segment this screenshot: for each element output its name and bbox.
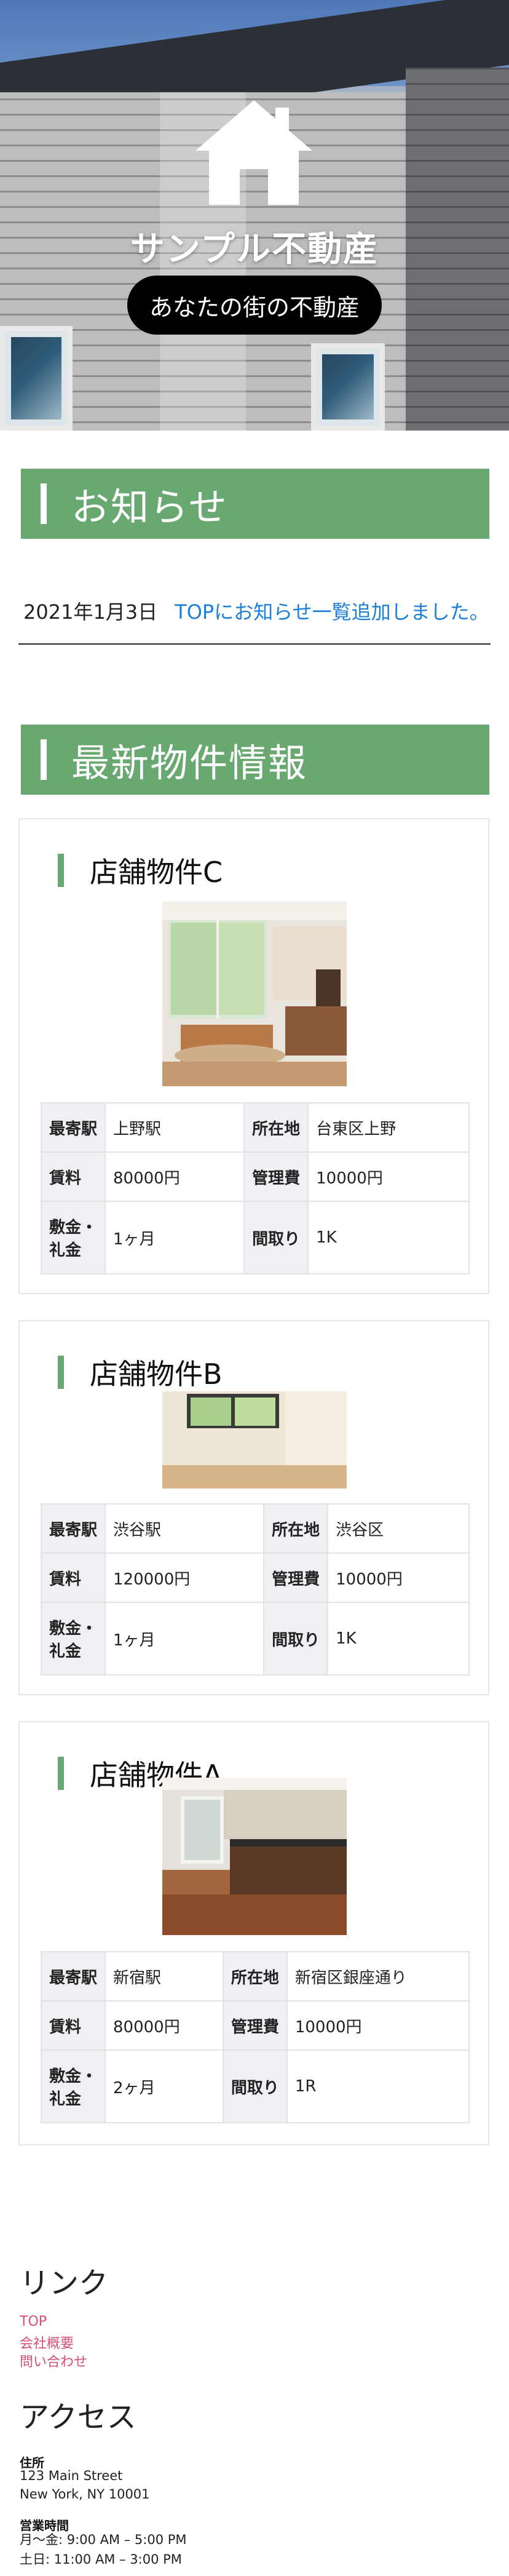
property-table: 最寄駅 上野駅 所在地 台東区上野 賃料 80000円 管理費 10000円 敷… — [41, 1102, 470, 1274]
rent-label: 賃料 — [41, 2000, 106, 2051]
hours-weekend: 土日: 11:00 AM – 3:00 PM — [20, 2552, 182, 2567]
location-label: 所在地 — [263, 1503, 329, 1554]
deposit-label: 敷金・礼金 — [41, 1201, 106, 1274]
heading-accent — [41, 739, 47, 780]
property-card[interactable]: 店舗物件A 最寄駅 新宿駅 所在地 新宿区銀座通り 賃料 80000円 管理費 … — [18, 1721, 489, 2145]
news-link[interactable]: TOPにお知らせ一覧追加しました。 — [175, 597, 489, 625]
deposit-label: 敷金・礼金 — [41, 2049, 106, 2123]
house-icon — [195, 100, 312, 205]
heading-accent — [41, 483, 47, 524]
fee-label: 管理費 — [222, 2000, 288, 2051]
layout-label: 間取り — [263, 1602, 329, 1676]
news-heading-bar: お知らせ — [21, 469, 489, 539]
site-tagline: あなたの街の不動産 — [127, 276, 382, 335]
station-value: 上野駅 — [104, 1102, 245, 1153]
hero-window-center — [311, 343, 385, 431]
station-value: 渋谷駅 — [104, 1503, 265, 1554]
title-accent — [58, 1356, 64, 1389]
access-heading: アクセス — [20, 2400, 136, 2435]
property-photo — [162, 1778, 347, 1935]
fee-value: 10000円 — [286, 2000, 470, 2051]
layout-label: 間取り — [243, 1201, 309, 1274]
fee-value: 10000円 — [307, 1151, 470, 1202]
rent-value: 80000円 — [105, 2000, 224, 2051]
property-photo — [162, 1391, 347, 1489]
rent-label: 賃料 — [41, 1552, 106, 1603]
layout-value: 1R — [286, 2049, 470, 2123]
property-table: 最寄駅 渋谷駅 所在地 渋谷区 賃料 120000円 管理費 10000円 敷金… — [41, 1503, 470, 1676]
rent-value: 120000円 — [104, 1552, 265, 1603]
location-value: 渋谷区 — [327, 1503, 470, 1554]
title-accent — [58, 854, 64, 887]
station-value: 新宿駅 — [105, 1951, 224, 2002]
property-title: 店舗物件C — [58, 850, 223, 891]
layout-value: 1K — [327, 1602, 470, 1676]
rent-label: 賃料 — [41, 1151, 106, 1202]
deposit-value: 2ヶ月 — [105, 2049, 224, 2123]
hero-window-left — [0, 326, 73, 431]
title-accent — [58, 1757, 64, 1790]
news-divider — [18, 643, 491, 645]
station-label: 最寄駅 — [41, 1503, 106, 1554]
fee-value: 10000円 — [327, 1552, 470, 1603]
location-label: 所在地 — [222, 1951, 288, 2002]
footer-link-contact[interactable]: 問い合わせ — [20, 2351, 87, 2371]
news-item: 2021年1月3日 TOPにお知らせ一覧追加しました。 — [23, 597, 491, 625]
property-card[interactable]: 店舗物件B 最寄駅 渋谷駅 所在地 渋谷区 賃料 120000円 管理費 100… — [18, 1320, 489, 1695]
property-card[interactable]: 店舗物件C 最寄駅 上野駅 所在地 台東区上野 賃料 80000円 管理費 10… — [18, 818, 489, 1294]
listings-heading-bar: 最新物件情報 — [21, 725, 489, 795]
links-heading: リンク — [20, 2266, 109, 2300]
listings-heading: 最新物件情報 — [71, 741, 308, 785]
location-label: 所在地 — [243, 1102, 309, 1153]
layout-value: 1K — [307, 1201, 470, 1274]
location-value: 台東区上野 — [307, 1102, 470, 1153]
hours-weekday: 月〜金: 9:00 AM – 5:00 PM — [20, 2532, 187, 2547]
deposit-value: 1ヶ月 — [104, 1201, 245, 1274]
hero-banner: サンプル不動産 あなたの街の不動産 — [0, 0, 509, 431]
fee-label: 管理費 — [263, 1552, 329, 1603]
news-date: 2021年1月3日 — [23, 600, 158, 624]
property-title: 店舗物件B — [58, 1352, 223, 1393]
property-table: 最寄駅 新宿駅 所在地 新宿区銀座通り 賃料 80000円 管理費 10000円… — [41, 1951, 470, 2123]
footer-link-company[interactable]: 会社概要 — [20, 2332, 74, 2352]
location-value: 新宿区銀座通り — [286, 1951, 470, 2002]
fee-label: 管理費 — [243, 1151, 309, 1202]
rent-value: 80000円 — [104, 1151, 245, 1202]
layout-label: 間取り — [222, 2049, 288, 2123]
site-title: サンプル不動産 — [130, 229, 379, 269]
footer-link-top[interactable]: TOP — [20, 2314, 47, 2329]
property-name: 店舗物件B — [90, 1358, 223, 1391]
deposit-label: 敷金・礼金 — [41, 1602, 106, 1676]
station-label: 最寄駅 — [41, 1951, 106, 2002]
deposit-value: 1ヶ月 — [104, 1602, 265, 1676]
station-label: 最寄駅 — [41, 1102, 106, 1153]
news-heading: お知らせ — [71, 485, 228, 530]
address-line2: New York, NY 10001 — [20, 2487, 150, 2502]
address-line1: 123 Main Street — [20, 2468, 123, 2483]
property-photo — [162, 902, 347, 1086]
property-name: 店舗物件C — [90, 856, 223, 889]
